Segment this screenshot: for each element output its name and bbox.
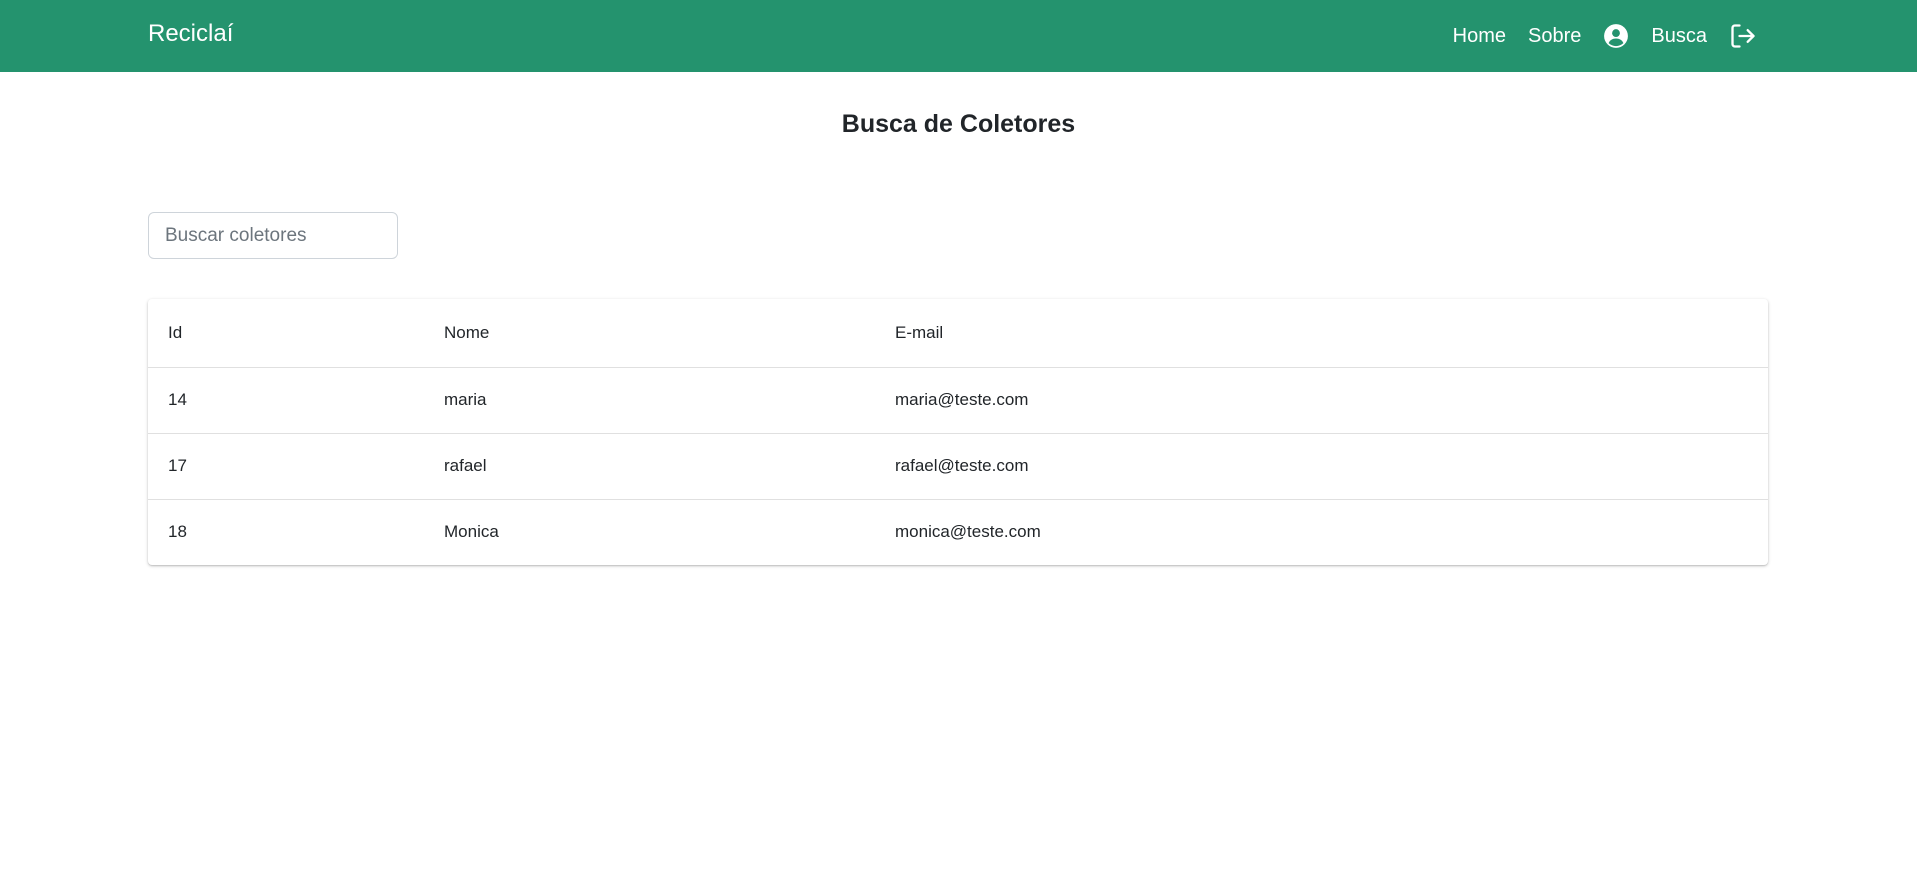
cell-email: monica@teste.com [895, 522, 1041, 542]
nav-link-busca[interactable]: Busca [1651, 26, 1707, 46]
nav-link-home[interactable]: Home [1453, 26, 1506, 46]
user-circle-icon[interactable] [1603, 23, 1629, 49]
nav-link-sobre[interactable]: Sobre [1528, 26, 1581, 46]
search-input[interactable] [148, 212, 398, 259]
nav-links: Home Sobre Busca [1453, 0, 1757, 72]
table-row[interactable]: 18 Monica monica@teste.com [148, 499, 1768, 565]
cell-email: maria@teste.com [875, 367, 1768, 434]
column-header-nome: Nome [424, 299, 875, 368]
cell-id: 17 [148, 433, 424, 500]
cell-id: 14 [148, 367, 424, 434]
cell-nome: rafael [424, 433, 875, 500]
column-header-id: Id [148, 299, 424, 368]
cell-nome: Monica [444, 522, 499, 542]
table-row[interactable]: 14 maria maria@teste.com [148, 367, 1768, 434]
cell-id: 18 [168, 522, 187, 542]
table-row[interactable]: 17 rafael rafael@teste.com [148, 433, 1768, 500]
top-navbar: Reciclaí Home Sobre Busca [0, 0, 1917, 72]
collectors-table: Id Nome E-mail 14 maria maria@teste.com … [148, 299, 1768, 565]
logout-icon[interactable] [1729, 22, 1757, 50]
table-header-row: Id Nome E-mail [148, 299, 1768, 368]
page-title: Busca de Coletores [841, 110, 1076, 138]
cell-email: rafael@teste.com [875, 433, 1768, 500]
brand-link[interactable]: Reciclaí [148, 20, 233, 48]
collectors-table-container: Id Nome E-mail 14 maria maria@teste.com … [148, 299, 1768, 565]
cell-nome: maria [424, 367, 875, 434]
column-header-email: E-mail [875, 299, 1768, 368]
